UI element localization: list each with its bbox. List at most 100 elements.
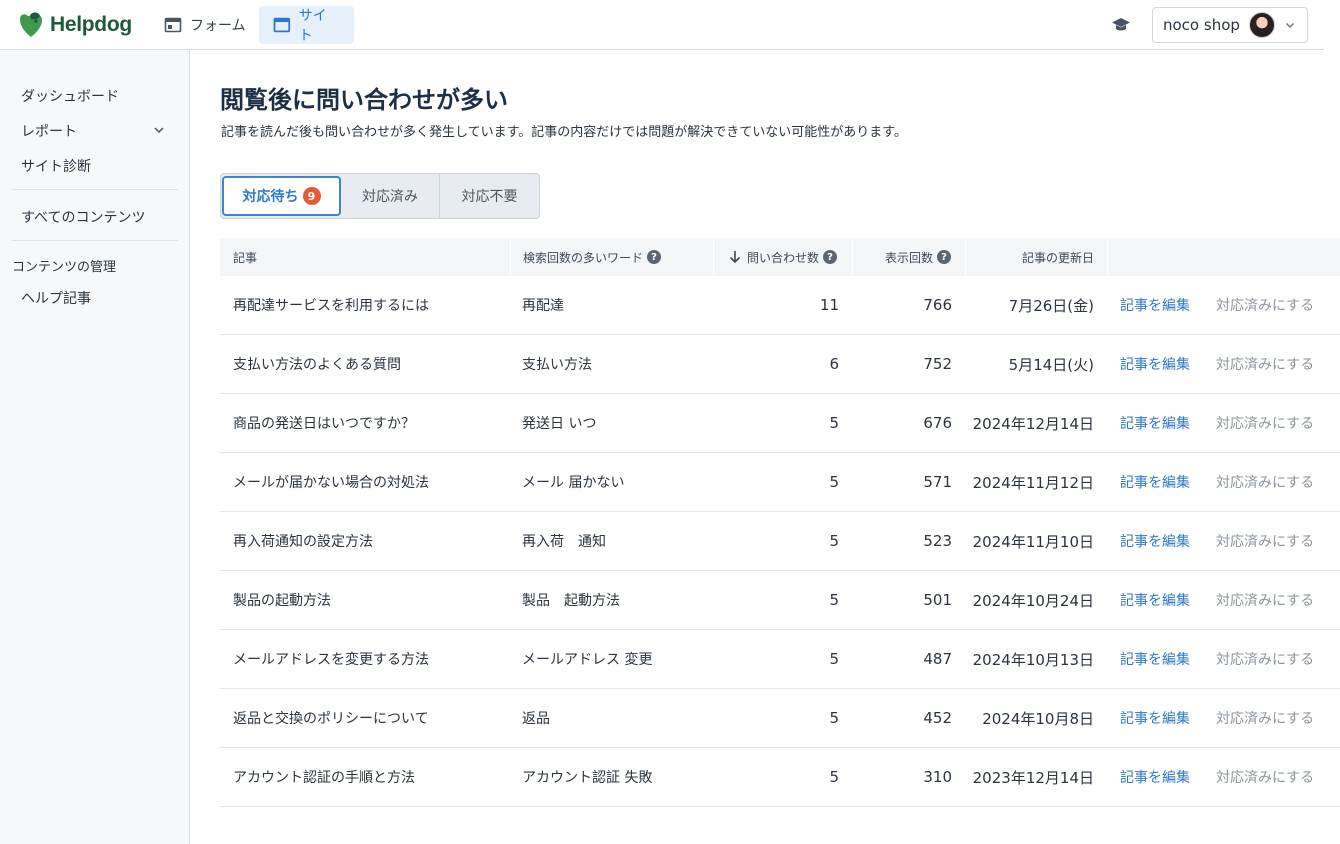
mark-resolved-link[interactable]: 対応済みにする (1216, 630, 1314, 688)
inquiry-count: 5 (829, 650, 839, 668)
column-header-keywords[interactable]: 検索回数の多いワード ? (523, 238, 662, 276)
updated-date: 2024年10月13日 (972, 650, 1094, 669)
brand-logo[interactable]: Helpdog (16, 10, 132, 40)
table-header: 記事 検索回数の多いワード ? 問い合わせ数 ? 表示回数 ? 記事の更新日 (220, 238, 1340, 276)
mark-resolved-link[interactable]: 対応済みにする (1216, 689, 1314, 747)
search-keywords: 再配達 (522, 298, 564, 314)
column-header-views-label: 表示回数 (885, 250, 934, 265)
brand-name: Helpdog (50, 13, 132, 36)
mark-resolved-link[interactable]: 対応済みにする (1216, 748, 1314, 806)
dog-logo-icon (20, 12, 42, 37)
article-title: アカウント認証の手順と方法 (233, 770, 415, 786)
shop-switcher[interactable]: noco shop (1152, 7, 1308, 43)
article-title: メールが届かない場合の対処法 (233, 475, 429, 491)
sidebar: ダッシュボード レポート サイト診断 すべてのコンテンツ コンテンツの管理 ヘル… (0, 50, 190, 844)
edit-article-link[interactable]: 記事を編集 (1120, 453, 1190, 511)
table-row: 支払い方法のよくある質問 支払い方法 6 752 5月14日(火) 記事を編集 対応済みにす… (220, 335, 1340, 394)
edit-article-link[interactable]: 記事を編集 (1120, 335, 1190, 393)
sidebar-item-report[interactable]: レポート (21, 121, 77, 141)
view-count: 501 (923, 591, 952, 609)
view-count: 676 (923, 414, 952, 432)
edit-article-link[interactable]: 記事を編集 (1120, 394, 1190, 452)
help-icon[interactable]: ? (647, 250, 662, 264)
sidebar-item-help-articles[interactable]: ヘルプ記事 (21, 288, 91, 308)
view-count: 452 (923, 709, 952, 727)
sidebar-item-all-contents[interactable]: すべてのコンテンツ (21, 207, 145, 227)
updated-date: 2023年12月14日 (972, 768, 1094, 787)
mark-resolved-link[interactable]: 対応済みにする (1216, 512, 1314, 570)
page-subtitle: 記事を読んだ後も問い合わせが多く発生しています。記事の内容だけでは問題が解決でき… (221, 125, 908, 140)
edit-article-link[interactable]: 記事を編集 (1120, 689, 1190, 747)
view-count: 752 (923, 355, 952, 373)
updated-date: 2024年10月24日 (972, 591, 1094, 610)
edit-article-link[interactable]: 記事を編集 (1120, 748, 1190, 806)
search-keywords: 支払い方法 (522, 357, 592, 373)
column-header-article[interactable]: 記事 (233, 238, 257, 276)
article-title: 製品の起動方法 (233, 593, 331, 609)
view-count: 523 (923, 532, 952, 550)
nav-tab-form-label: フォーム (190, 18, 246, 34)
updated-date: 2024年10月8日 (982, 709, 1094, 728)
article-title: 再入荷通知の設定方法 (233, 534, 373, 550)
shop-name: noco shop (1163, 16, 1240, 34)
article-title: 再配達サービスを利用するには (233, 298, 429, 314)
column-divider (852, 238, 853, 276)
sidebar-item-site-diagnosis[interactable]: サイト診断 (21, 156, 91, 176)
inquiry-count: 6 (829, 355, 839, 373)
mark-resolved-link[interactable]: 対応済みにする (1216, 276, 1314, 334)
mark-resolved-link[interactable]: 対応済みにする (1216, 571, 1314, 629)
column-divider (965, 238, 966, 276)
inquiry-count: 5 (829, 709, 839, 727)
avatar (1249, 12, 1275, 38)
inquiry-count: 5 (829, 473, 839, 491)
table-row: アカウント認証の手順と方法 アカウント認証 失敗 5 310 2023年12月14日 記事… (220, 748, 1340, 807)
column-divider (713, 238, 714, 276)
sidebar-section-title: コンテンツの管理 (12, 260, 117, 275)
edit-article-link[interactable]: 記事を編集 (1120, 276, 1190, 334)
help-icon[interactable]: ? (937, 250, 952, 264)
nav-tab-form[interactable]: フォーム (150, 6, 260, 44)
inquiry-count: 5 (829, 532, 839, 550)
nav-tab-site[interactable]: サイト (259, 6, 354, 44)
form-icon (164, 17, 182, 33)
page-title: 閲覧後に問い合わせが多い (220, 86, 508, 114)
view-count: 766 (923, 296, 952, 314)
table-row: 再入荷通知の設定方法 再入荷 通知 5 523 2024年11月10日 記事を編集 対応済み… (220, 512, 1340, 571)
edit-article-link[interactable]: 記事を編集 (1120, 512, 1190, 570)
browser-window-icon (273, 17, 291, 33)
column-header-views[interactable]: 表示回数 ? (885, 238, 952, 276)
inquiry-count: 11 (819, 296, 839, 314)
table-row: 製品の起動方法 製品 起動方法 5 501 2024年10月24日 記事を編集 対応済みにす… (220, 571, 1340, 630)
column-header-inquiries[interactable]: 問い合わせ数 ? (727, 238, 838, 276)
pending-count-badge: 9 (302, 187, 321, 205)
tab-done[interactable]: 対応済み (341, 174, 439, 218)
search-keywords: 発送日 いつ (522, 416, 597, 432)
mark-resolved-link[interactable]: 対応済みにする (1216, 394, 1314, 452)
article-title: メールアドレスを変更する方法 (233, 652, 429, 668)
tab-pending[interactable]: 対応待ち 9 (222, 176, 341, 216)
sort-descending-icon (729, 251, 741, 264)
table-row: 商品の発送日はいつですか？ 発送日 いつ 5 676 2024年12月14日 記事を編集対… (220, 394, 1340, 453)
column-header-updated[interactable]: 記事の更新日 (1022, 238, 1094, 276)
updated-date: 7月26日(金) (1008, 296, 1094, 315)
updated-date: 2024年11月10日 (972, 532, 1094, 551)
mark-resolved-link[interactable]: 対応済みにする (1216, 335, 1314, 393)
edit-article-link[interactable]: 記事を編集 (1120, 630, 1190, 688)
search-keywords: 製品 起動方法 (522, 593, 620, 609)
sidebar-divider (12, 240, 178, 241)
table-row: 再配達サービスを利用するには 再配達 11 766 7月26日(金) 記事を編集 対応済みに… (220, 276, 1340, 335)
inquiry-count: 5 (829, 414, 839, 432)
chevron-down-icon[interactable] (152, 123, 166, 137)
table-row: メールアドレスを変更する方法 メールアドレス 変更 5 487 2024年10月13日 記… (220, 630, 1340, 689)
sidebar-item-dashboard[interactable]: ダッシュボード (21, 86, 119, 106)
search-keywords: アカウント認証 失敗 (522, 770, 653, 786)
inquiry-count: 5 (829, 591, 839, 609)
edit-article-link[interactable]: 記事を編集 (1120, 571, 1190, 629)
view-count: 310 (923, 768, 952, 786)
search-keywords: メールアドレス 変更 (522, 652, 653, 668)
tab-unneeded[interactable]: 対応不要 (440, 174, 539, 218)
mark-resolved-link[interactable]: 対応済みにする (1216, 453, 1314, 511)
graduation-cap-icon[interactable] (1111, 15, 1131, 35)
help-icon[interactable]: ? (823, 250, 838, 264)
updated-date: 5月14日(火) (1008, 355, 1094, 374)
